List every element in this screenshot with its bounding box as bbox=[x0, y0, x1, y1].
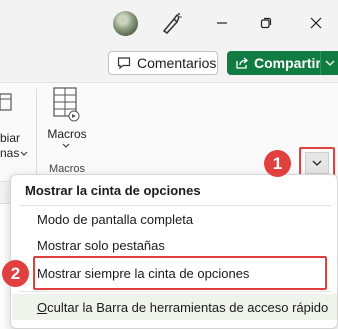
chevron-down-icon bbox=[20, 151, 28, 156]
macros-group: Macros Macros bbox=[44, 87, 90, 179]
macros-icon[interactable] bbox=[51, 87, 81, 123]
menu-item-label: Modo de pantalla completa bbox=[37, 211, 194, 227]
chevron-down-icon bbox=[325, 60, 334, 66]
minimize-icon bbox=[217, 22, 227, 24]
switch-windows-label-line2: nas bbox=[0, 146, 20, 160]
switch-windows-label-line1: biar bbox=[0, 131, 21, 145]
step-badge-2: 2 bbox=[2, 260, 29, 287]
macros-button-label[interactable]: Macros bbox=[44, 127, 90, 141]
share-label: Compartir bbox=[254, 55, 321, 71]
comments-button[interactable]: Comentarios bbox=[108, 51, 218, 75]
share-dropdown[interactable] bbox=[320, 51, 338, 75]
switch-windows-button[interactable]: biar nas bbox=[0, 89, 28, 165]
menu-item-show-tabs-only[interactable]: Mostrar solo pestañas bbox=[12, 232, 337, 258]
excel-window: Comentarios Compartir biar nas Macros Ma… bbox=[0, 0, 338, 329]
pen-brush-icon[interactable] bbox=[160, 11, 182, 35]
menu-header: Mostrar la cinta de opciones bbox=[25, 183, 201, 198]
comments-label: Comentarios bbox=[137, 55, 217, 71]
menu-divider bbox=[19, 291, 331, 292]
restore-icon bbox=[260, 17, 272, 29]
user-avatar[interactable] bbox=[113, 11, 138, 36]
menu-item-full-screen-mode[interactable]: Modo de pantalla completa bbox=[12, 206, 337, 232]
chevron-down-icon[interactable] bbox=[62, 143, 70, 148]
ribbon-divider bbox=[36, 89, 37, 175]
menu-item-hide-quick-access-toolbar[interactable]: Ocultar la Barra de herramientas de acce… bbox=[12, 294, 337, 320]
window-stack-icon bbox=[0, 93, 12, 111]
step-badge-1: 1 bbox=[264, 150, 291, 177]
highlight-box-step2 bbox=[33, 256, 327, 290]
share-icon bbox=[236, 57, 249, 69]
close-icon bbox=[310, 17, 322, 29]
minimize-button[interactable] bbox=[208, 10, 236, 36]
restore-button[interactable] bbox=[252, 10, 280, 36]
title-bar bbox=[0, 0, 338, 46]
close-button[interactable] bbox=[302, 10, 330, 36]
share-button[interactable]: Compartir bbox=[227, 51, 338, 75]
comment-icon bbox=[117, 57, 131, 70]
menu-item-label: Ocultar la Barra de herramientas de acce… bbox=[37, 299, 329, 315]
menu-item-label: Mostrar solo pestañas bbox=[37, 237, 165, 253]
ribbon-display-menu: Mostrar la cinta de opciones Modo de pan… bbox=[10, 174, 338, 329]
command-bar: Comentarios Compartir bbox=[0, 46, 338, 82]
